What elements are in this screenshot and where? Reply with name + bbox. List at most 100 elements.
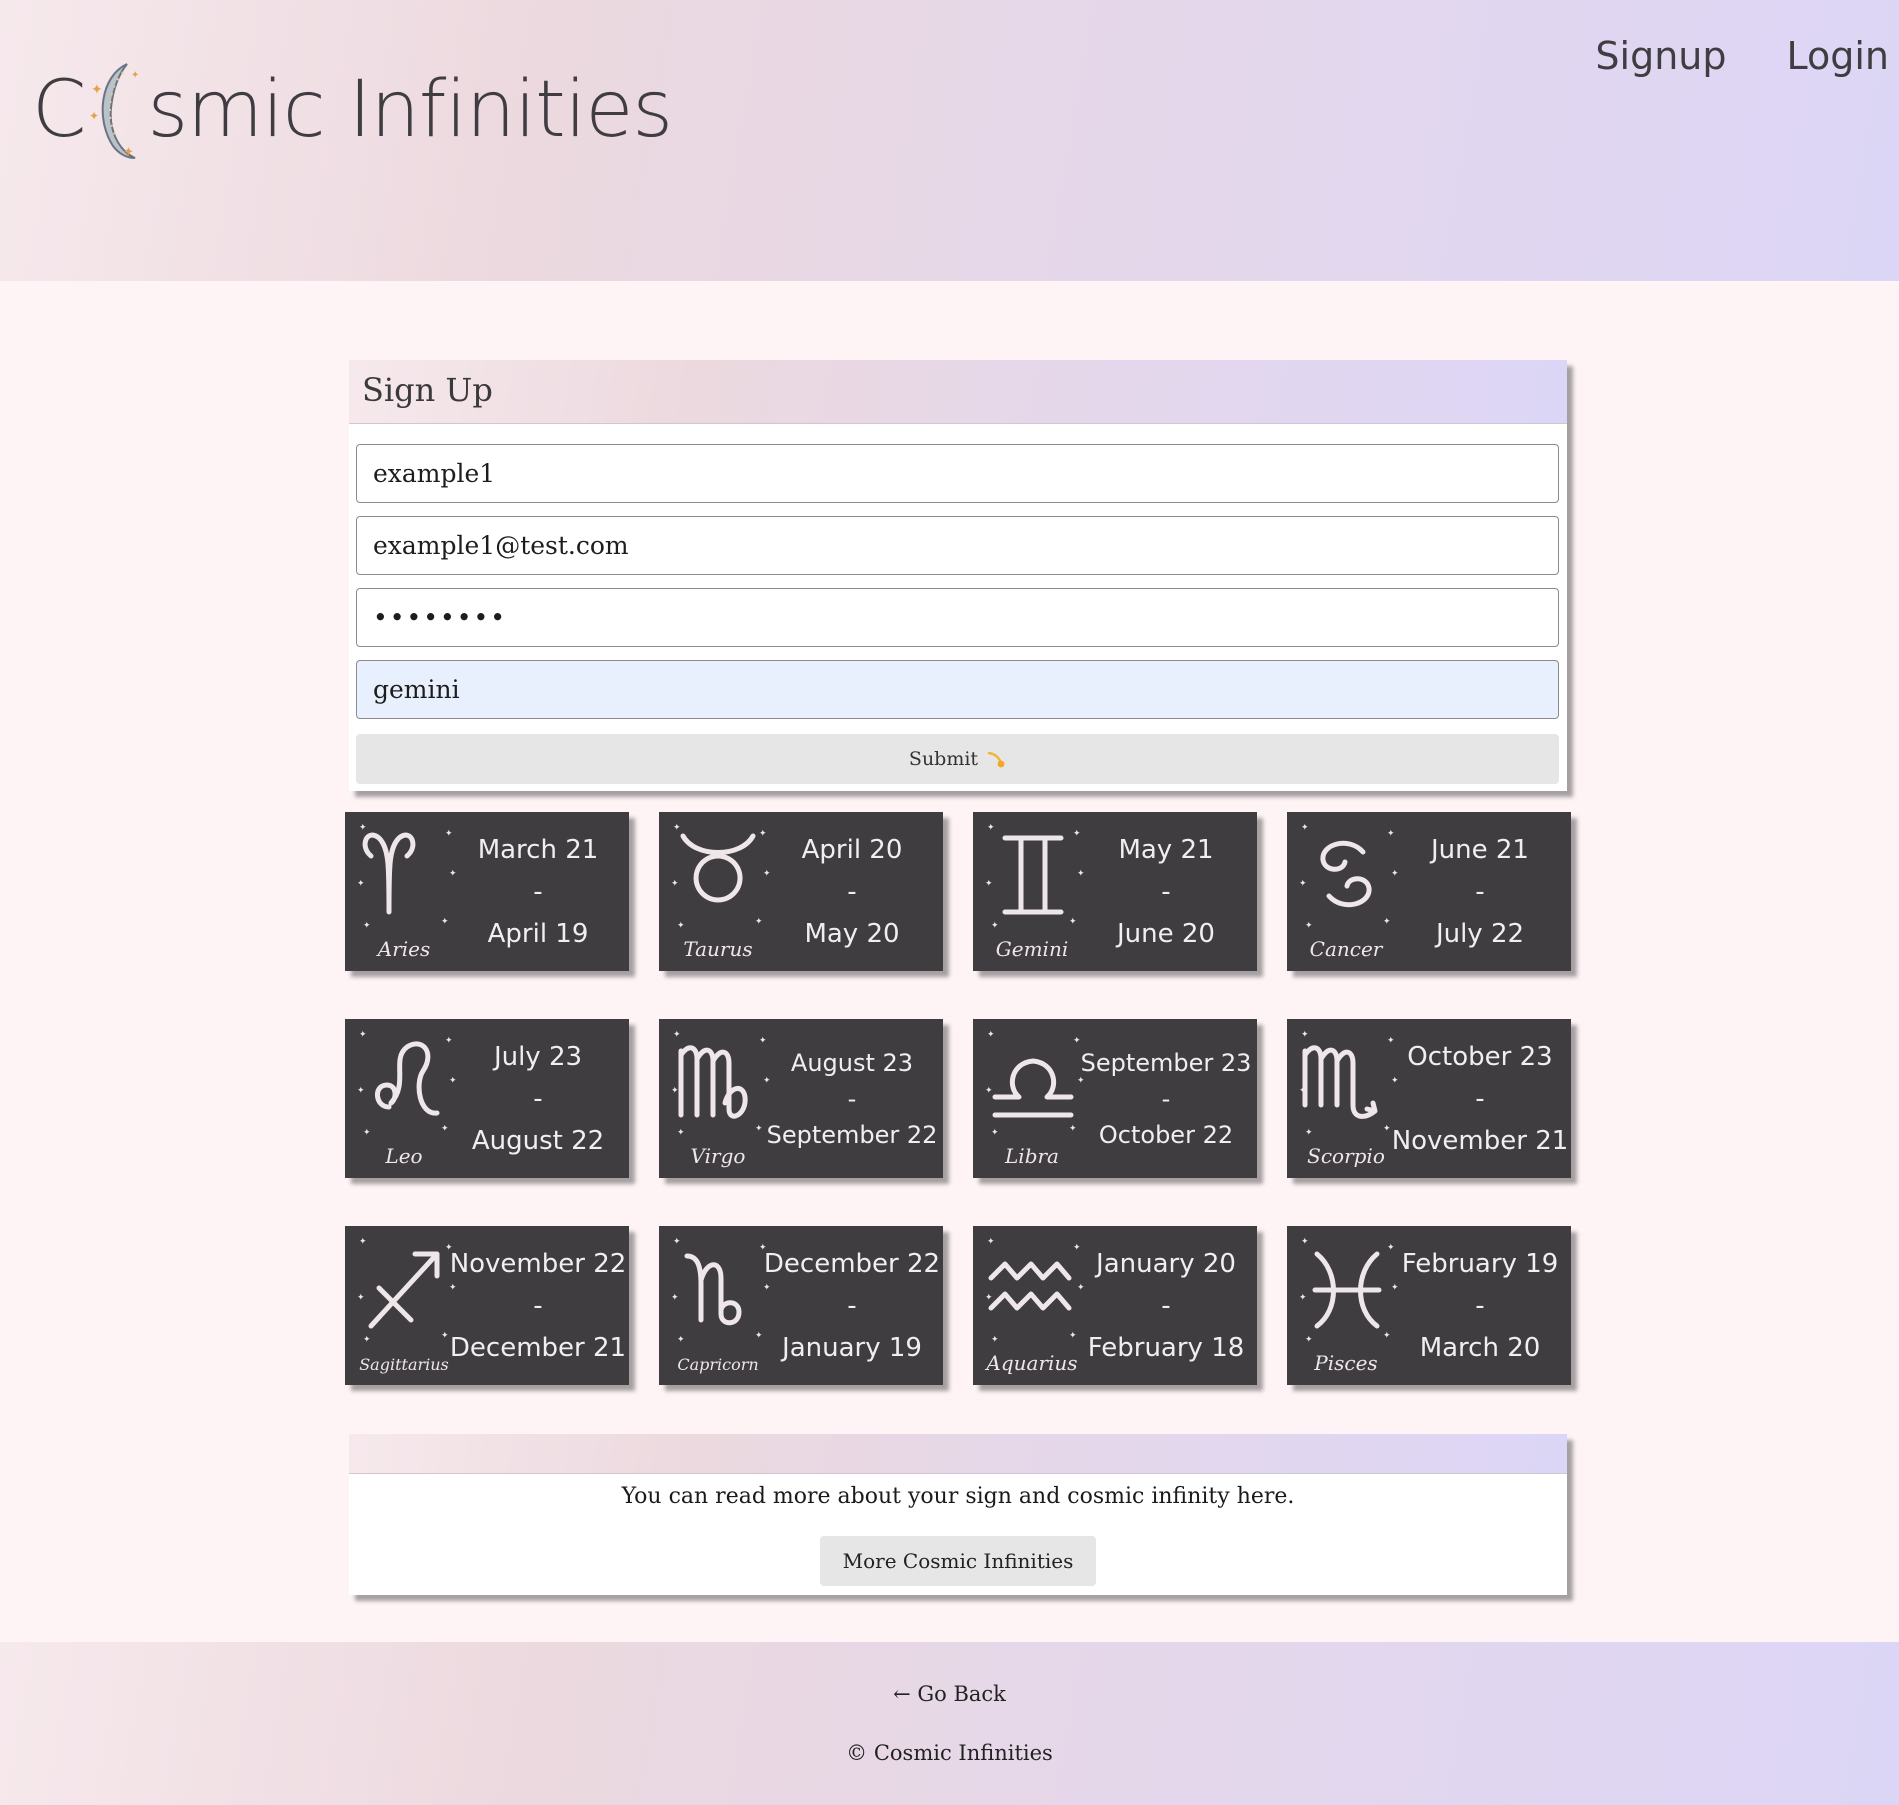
date-range-end: April 19: [487, 918, 589, 949]
svg-text:✦: ✦: [441, 917, 449, 927]
zodiac-date-range: August 23 - September 22: [763, 1019, 941, 1178]
site-logo[interactable]: C ✦ ✦ ✦ ✦ smic Infinities: [32, 58, 673, 162]
top-nav: Signup Login: [1595, 34, 1889, 78]
zodiac-date-range: November 22 - December 21: [449, 1226, 627, 1385]
svg-text:✦: ✦: [991, 921, 999, 931]
svg-text:✦: ✦: [1305, 1128, 1313, 1138]
svg-text:✦: ✦: [359, 1030, 367, 1040]
logo-text-prefix: C: [32, 65, 86, 155]
date-range-end: May 20: [804, 918, 900, 949]
date-range-separator: -: [533, 1083, 543, 1114]
zodiac-card-gemini[interactable]: ✦ ✦ ✦ ✦ ✦ ✦ Gemini May 21- June 20: [973, 812, 1257, 971]
date-range-start: April 20: [801, 834, 903, 865]
zodiac-sign-name: Cancer: [1310, 937, 1384, 961]
date-range-separator: -: [533, 1290, 543, 1321]
zodiac-date-range: February 19 - March 20: [1391, 1226, 1569, 1385]
zodiac-card-libra[interactable]: ✦ ✦ ✦ ✦ ✦ ✦ Libra September 23- October 22: [973, 1019, 1257, 1178]
more-cosmic-infinities-button[interactable]: More Cosmic Infinities: [820, 1536, 1096, 1586]
svg-text:✦: ✦: [673, 1237, 681, 1247]
zodiac-card-taurus[interactable]: ✦ ✦ ✦ ✦ ✦ ✦ Taurus April 20- May 20: [659, 812, 943, 971]
svg-text:✦: ✦: [357, 1293, 365, 1303]
date-range-start: October 23: [1407, 1041, 1553, 1072]
submit-button[interactable]: Submit: [356, 734, 1559, 784]
svg-text:✦: ✦: [1299, 1293, 1307, 1303]
site-header: C ✦ ✦ ✦ ✦ smic Infinities Signup Login: [0, 0, 1899, 281]
zodiac-sign-name: Capricorn: [677, 1355, 758, 1374]
capricorn-glyph-icon: ✦✦✦✦✦✦Capricorn: [671, 1237, 771, 1374]
date-range-start: June 21: [1431, 834, 1529, 865]
zodiac-date-range: January 20 - February 18: [1077, 1226, 1255, 1385]
date-range-start: July 23: [493, 1041, 583, 1072]
site-footer: ← Go Back © Cosmic Infinities: [0, 1642, 1899, 1805]
zodiac-card-aquarius[interactable]: ✦ ✦ ✦ ✦ ✦ ✦ Aquarius January 20- February 18: [973, 1226, 1257, 1385]
svg-text:✦: ✦: [1305, 1335, 1313, 1345]
zodiac-date-range: October 23 - November 21: [1391, 1019, 1569, 1178]
svg-text:✦: ✦: [363, 1128, 371, 1138]
date-range-end: September 22: [766, 1120, 938, 1149]
svg-text:✦: ✦: [1301, 1030, 1309, 1040]
zodiac-date-range: April 20 - May 20: [763, 812, 941, 971]
svg-text:✦: ✦: [1305, 921, 1313, 931]
svg-text:✦: ✦: [357, 879, 365, 889]
zodiac-date-range: September 23 - October 22: [1077, 1019, 1255, 1178]
svg-text:✦: ✦: [1299, 1086, 1307, 1096]
svg-text:✦: ✦: [1301, 1237, 1309, 1247]
zodiac-card-leo[interactable]: ✦ ✦ ✦ ✦ ✦ ✦ Leo July 23- August 22: [345, 1019, 629, 1178]
svg-text:✦: ✦: [89, 109, 99, 123]
info-card: You can read more about your sign and co…: [349, 1434, 1567, 1595]
svg-text:✦: ✦: [755, 1124, 763, 1134]
nav-login-link[interactable]: Login: [1786, 34, 1889, 78]
copyright: © Cosmic Infinities: [0, 1741, 1899, 1765]
zodiac-sign-name: Sagittarius: [359, 1355, 449, 1374]
info-card-header: [349, 1434, 1567, 1474]
nav-signup-link[interactable]: Signup: [1595, 34, 1726, 78]
date-range-end: July 22: [1435, 918, 1525, 949]
zodiac-sign-name: Aquarius: [984, 1351, 1077, 1375]
password-input[interactable]: ••••••••: [356, 588, 1559, 647]
date-range-end: January 19: [782, 1332, 922, 1363]
svg-text:✦: ✦: [985, 1293, 993, 1303]
date-range-start: September 23: [1080, 1048, 1252, 1077]
username-input[interactable]: example1: [356, 444, 1559, 503]
cancer-glyph-icon: ✦✦✦✦✦✦Cancer: [1299, 823, 1399, 961]
zodiac-card-pisces[interactable]: ✦ ✦ ✦ ✦ ✦ ✦ Pisces February 19- March 20: [1287, 1226, 1571, 1385]
svg-text:✦: ✦: [671, 1086, 679, 1096]
zodiac-sign-name: Virgo: [691, 1144, 746, 1168]
date-range-separator: -: [1475, 876, 1485, 907]
svg-text:✦: ✦: [985, 1086, 993, 1096]
zodiac-date-range: July 23 - August 22: [449, 1019, 627, 1178]
zodiac-card-aries[interactable]: ✦ ✦ ✦ ✦ ✦ ✦ Aries March 21- April 19: [345, 812, 629, 971]
date-range-start: August 23: [790, 1048, 914, 1077]
svg-text:✦: ✦: [991, 1335, 999, 1345]
zodiac-card-capricorn[interactable]: ✦ ✦ ✦ ✦ ✦ ✦ Capricorn December 22- January 19: [659, 1226, 943, 1385]
copyright-symbol: ©: [846, 1741, 868, 1765]
shooting-star-icon: [987, 751, 1005, 768]
date-range-start: January 20: [1096, 1248, 1236, 1279]
svg-text:✦: ✦: [677, 1335, 685, 1345]
date-range-end: November 21: [1391, 1125, 1569, 1156]
zodiac-card-virgo[interactable]: ✦ ✦ ✦ ✦ ✦ ✦ Virgo August 23- September 22: [659, 1019, 943, 1178]
svg-text:✦: ✦: [357, 1086, 365, 1096]
zodiac-card-scorpio[interactable]: ✦ ✦ ✦ ✦ ✦ ✦ Scorpio October 23- November 21: [1287, 1019, 1571, 1178]
date-range-separator: -: [847, 1084, 857, 1113]
svg-text:✦: ✦: [755, 917, 763, 927]
zodiac-sign-input[interactable]: gemini: [356, 660, 1559, 719]
svg-text:✦: ✦: [91, 82, 103, 98]
date-range-start: November 22: [449, 1248, 627, 1279]
svg-text:✦: ✦: [1383, 917, 1391, 927]
libra-glyph-icon: ✦✦✦✦✦✦Libra: [985, 1030, 1085, 1168]
date-range-end: June 20: [1117, 918, 1215, 949]
gemini-glyph-icon: ✦✦✦✦✦✦Gemini: [985, 823, 1085, 961]
email-input[interactable]: example1@test.com: [356, 516, 1559, 575]
zodiac-card-cancer[interactable]: ✦ ✦ ✦ ✦ ✦ ✦ Cancer June 21- July 22: [1287, 812, 1571, 971]
svg-text:✦: ✦: [359, 823, 367, 833]
zodiac-date-range: December 22 - January 19: [763, 1226, 941, 1385]
svg-text:✦: ✦: [441, 1124, 449, 1134]
zodiac-card-sagittarius[interactable]: ✦ ✦ ✦ ✦ ✦ ✦ Sagittarius November 22- December 21: [345, 1226, 629, 1385]
date-range-start: May 21: [1118, 834, 1214, 865]
svg-text:✦: ✦: [991, 1128, 999, 1138]
go-back-link[interactable]: ← Go Back: [0, 1682, 1899, 1706]
svg-text:✦: ✦: [677, 921, 685, 931]
date-range-end: December 21: [449, 1332, 627, 1363]
svg-text:✦: ✦: [671, 879, 679, 889]
